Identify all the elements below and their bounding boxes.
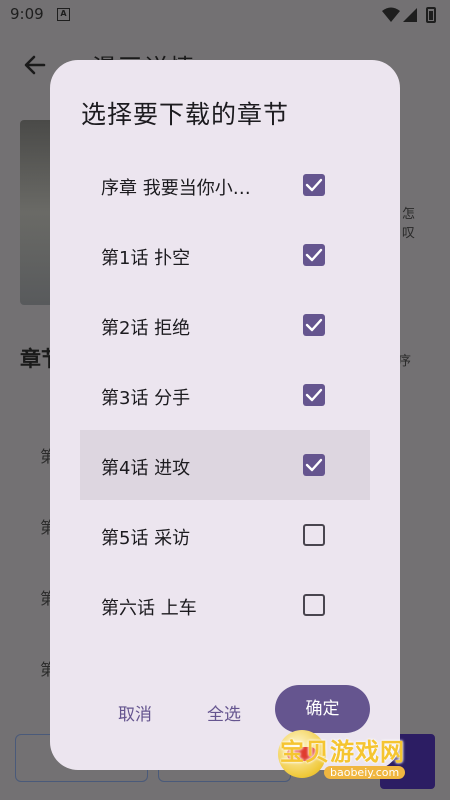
checkbox-checked-icon[interactable] <box>303 244 325 266</box>
status-time: 9:09 <box>10 5 44 23</box>
description-text: 怎 <box>402 207 416 222</box>
chapter-label: 序章 我要当你小… <box>101 178 251 199</box>
chapter-label: 第六话 上车 <box>101 598 197 619</box>
chapter-row[interactable]: 第4话 进攻 <box>80 430 370 500</box>
chapter-label: 第4话 进攻 <box>101 458 191 479</box>
chapter-row[interactable]: 第3话 分手 <box>80 360 370 430</box>
chapter-row[interactable]: 第5话 采访 <box>80 500 370 570</box>
dialog-title: 选择要下载的章节 <box>81 100 290 129</box>
description-text: 叹 <box>402 226 416 241</box>
download-chapters-dialog: 选择要下载的章节 序章 我要当你小… 第1话 扑空 第2话 拒绝 第3话 分手 第4话 … <box>50 60 400 770</box>
signal-icon <box>403 8 417 22</box>
back-arrow-icon[interactable] <box>22 52 48 85</box>
chapter-label: 第3话 分手 <box>101 388 191 409</box>
status-bar: 9:09 A <box>0 0 450 30</box>
chapter-label: 第5话 采访 <box>101 528 191 549</box>
checkbox-checked-icon[interactable] <box>303 384 325 406</box>
select-all-button[interactable]: 全选 <box>207 700 241 725</box>
chapter-row[interactable]: 第2话 拒绝 <box>80 290 370 360</box>
watermark-text: 宝贝游戏网 <box>280 738 405 766</box>
cancel-button[interactable]: 取消 <box>118 700 152 725</box>
checkbox-checked-icon[interactable] <box>303 314 325 336</box>
chapter-label: 第1话 扑空 <box>101 248 191 269</box>
notification-a-icon: A <box>57 8 70 21</box>
confirm-button[interactable]: 确定 <box>275 685 370 733</box>
battery-icon <box>426 7 436 23</box>
chapter-row[interactable]: 第1话 扑空 <box>80 220 370 290</box>
watermark-url: baobeiy.com <box>324 766 406 779</box>
checkbox-unchecked-icon[interactable] <box>303 594 325 616</box>
checkbox-checked-icon[interactable] <box>303 454 325 476</box>
chapter-row[interactable]: 序章 我要当你小… <box>80 150 370 220</box>
chapter-row[interactable]: 第六话 上车 <box>80 570 370 640</box>
checkbox-unchecked-icon[interactable] <box>303 524 325 546</box>
wifi-icon <box>382 7 400 22</box>
checkbox-checked-icon[interactable] <box>303 174 325 196</box>
chapter-label: 第2话 拒绝 <box>101 318 191 339</box>
watermark: 宝贝游戏网 baobeiy.com <box>278 730 448 785</box>
